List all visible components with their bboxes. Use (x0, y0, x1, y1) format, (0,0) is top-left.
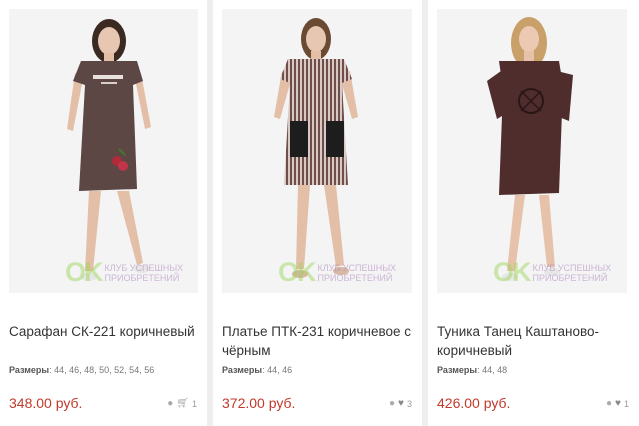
action-count: 3 (406, 399, 412, 409)
product-actions: ● 🛒︎ 1 (167, 399, 197, 410)
action-count: 1 (623, 399, 629, 409)
cart-icon[interactable]: 🛒︎ (176, 399, 189, 409)
watermark-logo: OK (65, 257, 103, 287)
product-sizes: Размеры: 44, 46, 48, 50, 52, 54, 56 (9, 365, 155, 375)
model-illustration (437, 9, 627, 293)
action-count: 1 (191, 399, 197, 409)
sizes-label: Размеры (222, 365, 263, 375)
watermark-text: КЛУБ УСПЕШНЫХ ПРИОБРЕТЕНИЙ (317, 262, 397, 283)
heart-icon[interactable]: ♥ (398, 399, 404, 409)
watermark-logo: OK (278, 257, 316, 287)
watermark: OK КЛУБ УСПЕШНЫХ ПРИОБРЕТЕНИЙ (278, 257, 410, 288)
sizes-label: Размеры (437, 365, 478, 375)
watermark: OK КЛУБ УСПЕШНЫХ ПРИОБРЕТЕНИЙ (65, 257, 197, 288)
product-sizes: Размеры: 44, 46 (222, 365, 293, 375)
product-card[interactable]: OK КЛУБ УСПЕШНЫХ ПРИОБРЕТЕНИЙ Туника Тан… (428, 0, 639, 426)
product-card[interactable]: OK КЛУБ УСПЕШНЫХ ПРИОБРЕТЕНИЙ Сарафан СК… (0, 0, 207, 426)
watermark: OK КЛУБ УСПЕШНЫХ ПРИОБРЕТЕНИЙ (493, 257, 625, 288)
sizes-value: 44, 46, 48, 50, 52, 54, 56 (54, 365, 155, 375)
product-photo[interactable]: OK КЛУБ УСПЕШНЫХ ПРИОБРЕТЕНИЙ (222, 9, 412, 293)
model-illustration (222, 9, 412, 293)
product-card[interactable]: OK КЛУБ УСПЕШНЫХ ПРИОБРЕТЕНИЙ Платье ПТК… (213, 0, 422, 426)
sizes-value: 44, 46 (267, 365, 293, 375)
product-price: 426.00 руб. (437, 395, 511, 411)
watermark-text: КЛУБ УСПЕШНЫХ ПРИОБРЕТЕНИЙ (104, 262, 184, 283)
product-title[interactable]: Туника Танец Каштаново-коричневый (437, 322, 632, 360)
sizes-value: 44, 48 (482, 365, 508, 375)
product-title[interactable]: Платье ПТК-231 коричневое с чёрным (222, 322, 417, 360)
product-title[interactable]: Сарафан СК-221 коричневый (9, 322, 204, 341)
model-illustration (9, 9, 198, 293)
product-price: 348.00 руб. (9, 395, 83, 411)
product-actions: ● ♥ 1 (606, 399, 629, 410)
product-sizes: Размеры: 44, 48 (437, 365, 508, 375)
view-icon[interactable]: ● (167, 399, 173, 409)
watermark-logo: OK (493, 257, 531, 287)
product-photo[interactable]: OK КЛУБ УСПЕШНЫХ ПРИОБРЕТЕНИЙ (437, 9, 627, 293)
product-grid: OK КЛУБ УСПЕШНЫХ ПРИОБРЕТЕНИЙ Сарафан СК… (0, 0, 639, 426)
heart-icon[interactable]: ♥ (615, 399, 621, 409)
view-icon[interactable]: ● (389, 399, 395, 409)
view-icon[interactable]: ● (606, 399, 612, 409)
product-price: 372.00 руб. (222, 395, 296, 411)
sizes-label: Размеры (9, 365, 50, 375)
product-actions: ● ♥ 3 (389, 399, 412, 410)
watermark-text: КЛУБ УСПЕШНЫХ ПРИОБРЕТЕНИЙ (532, 262, 612, 283)
product-photo[interactable]: OK КЛУБ УСПЕШНЫХ ПРИОБРЕТЕНИЙ (9, 9, 198, 293)
